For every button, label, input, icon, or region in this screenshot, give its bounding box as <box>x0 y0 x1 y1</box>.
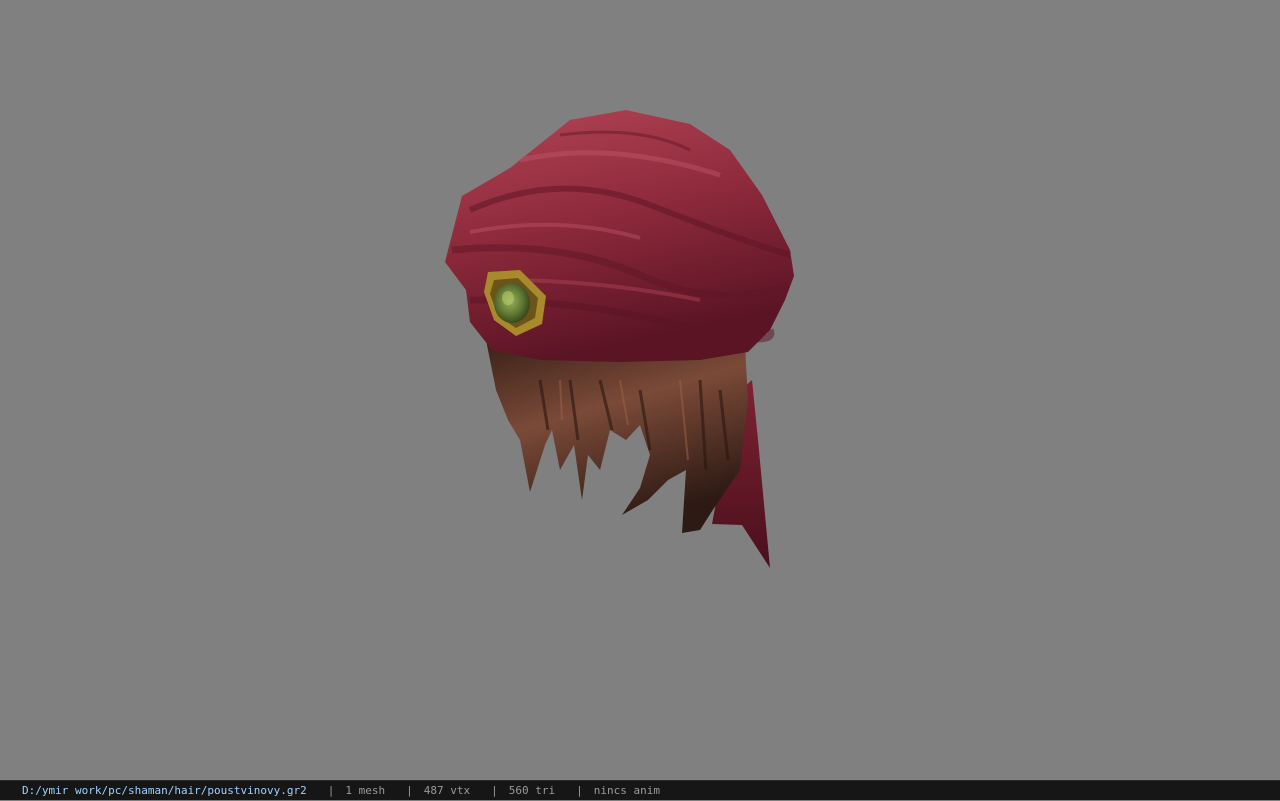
triangle-count: 560 tri <box>508 783 556 797</box>
animation-status: nincs anim <box>593 783 660 797</box>
separator: | <box>406 783 413 797</box>
vertex-count: 487 vtx <box>423 783 471 797</box>
separator: | <box>327 783 335 797</box>
hair-strands <box>486 340 748 533</box>
separator: | <box>491 783 498 797</box>
separator: | <box>576 783 583 797</box>
file-path: D:/ymir work/pc/shaman/hair/poustvinovy.… <box>22 783 307 797</box>
turban-hair-model[interactable] <box>0 0 1280 780</box>
3d-viewport[interactable] <box>0 0 1280 780</box>
status-bar: D:/ymir work/pc/shaman/hair/poustvinovy.… <box>0 780 1280 800</box>
mesh-count: 1 mesh <box>345 783 386 797</box>
